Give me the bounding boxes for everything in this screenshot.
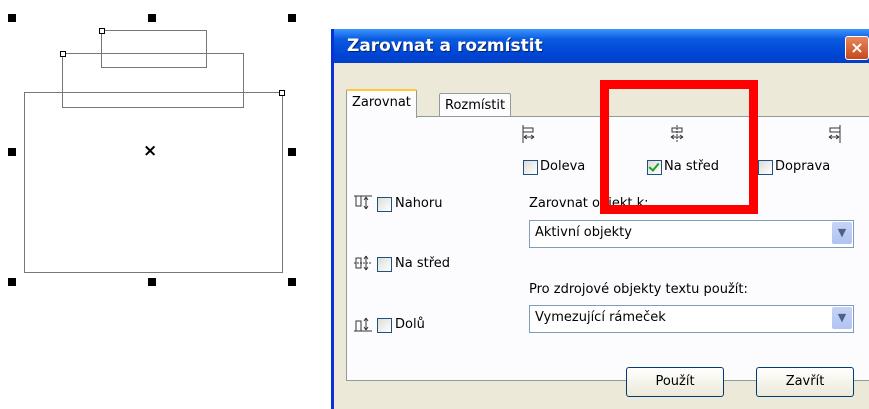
selection-handle-top-center[interactable] [148, 14, 156, 22]
selection-handle-bottom-right[interactable] [288, 278, 296, 286]
tab-panel: Doleva Na střed Doprava Nahoru Na střed … [346, 116, 869, 381]
align-center-horizontal-icon [670, 125, 684, 143]
align-bottom-icon [354, 317, 372, 332]
dolu-label: Dolů [395, 317, 425, 332]
node-small-rect [99, 28, 105, 34]
selection-handle-middle-left[interactable] [8, 148, 16, 156]
dialog-titlebar[interactable]: Zarovnat a rozmístit × [334, 29, 869, 63]
node-large-rect [279, 90, 285, 96]
align-right-icon [828, 125, 841, 143]
close-button[interactable]: Zavřít [756, 367, 854, 397]
na-stred-horizontal-checkbox[interactable] [647, 160, 662, 175]
text-source-value: Vymezující rámeček [535, 310, 666, 325]
nahoru-label: Nahoru [395, 196, 443, 211]
align-to-select[interactable]: Aktivní objekty ▼ [529, 220, 854, 248]
dolu-checkbox[interactable] [377, 318, 392, 333]
canvas-area[interactable]: × [0, 0, 320, 403]
align-top-icon [354, 195, 372, 210]
large-rectangle[interactable] [24, 92, 283, 273]
doprava-checkbox[interactable] [758, 160, 773, 175]
text-source-label: Pro zdrojové objekty textu použít: [529, 282, 748, 297]
na-stred-horizontal-label: Na střed [664, 159, 720, 174]
chevron-down-icon[interactable]: ▼ [832, 222, 852, 244]
selection-handle-top-left[interactable] [8, 14, 16, 22]
align-center-vertical-icon [354, 255, 372, 271]
center-marker-icon: × [143, 141, 158, 161]
doleva-checkbox[interactable] [523, 160, 538, 175]
selection-handle-bottom-center[interactable] [148, 278, 156, 286]
node-medium-rect [60, 51, 66, 57]
align-distribute-dialog: Zarovnat a rozmístit × Zarovnat Rozmísti… [331, 29, 869, 409]
align-to-label: Zarovnat objekt k: [529, 196, 649, 211]
selection-handle-bottom-left[interactable] [8, 278, 16, 286]
align-to-value: Aktivní objekty [535, 225, 632, 240]
close-icon[interactable]: × [845, 36, 869, 60]
text-source-select[interactable]: Vymezující rámeček ▼ [529, 305, 854, 333]
doleva-label: Doleva [540, 159, 586, 174]
doprava-label: Doprava [775, 159, 831, 174]
na-stred-vertical-checkbox[interactable] [377, 257, 392, 272]
tab-rozmistit[interactable]: Rozmístit [439, 93, 512, 118]
selection-handle-top-right[interactable] [288, 14, 296, 22]
dialog-title: Zarovnat a rozmístit [347, 36, 543, 56]
chevron-down-icon[interactable]: ▼ [832, 307, 852, 329]
selection-handle-middle-right[interactable] [288, 148, 296, 156]
apply-button[interactable]: Použít [626, 367, 724, 397]
nahoru-checkbox[interactable] [377, 197, 392, 212]
align-left-icon [522, 125, 535, 143]
tab-zarovnat[interactable]: Zarovnat [346, 89, 417, 118]
na-stred-vertical-label: Na střed [395, 256, 451, 271]
